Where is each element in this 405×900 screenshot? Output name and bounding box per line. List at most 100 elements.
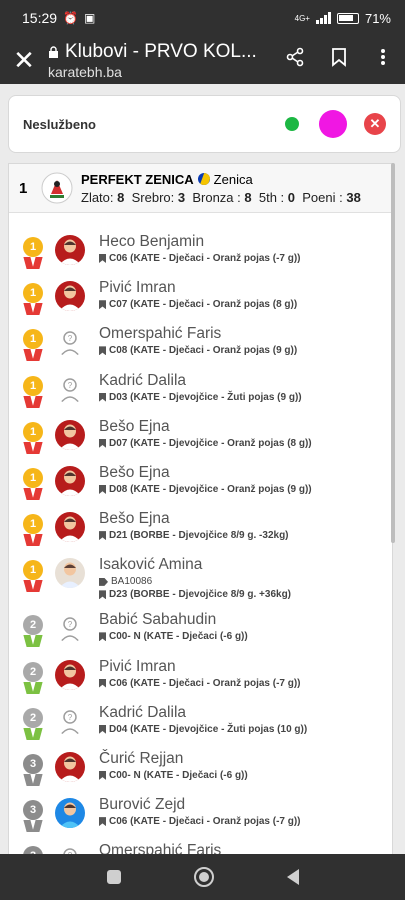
athlete-name[interactable]: Pivić Imran [99, 658, 301, 676]
battery-icon [336, 12, 359, 24]
athlete-avatar [55, 751, 85, 782]
svg-text:?: ? [68, 620, 73, 629]
bookmark-icon [99, 254, 106, 263]
category: C06 (KATE - Dječaci - Oranž pojas (-7 g)… [109, 677, 301, 689]
medal-number: 2 [23, 615, 43, 636]
athlete-avatar [55, 281, 85, 312]
athlete-name[interactable]: Omerspahić Faris [99, 325, 297, 343]
gold-medal-icon: 1 [21, 375, 45, 408]
stat-label: 5th : [258, 189, 285, 205]
stat-points: 38 [346, 189, 361, 205]
category: C08 (KATE - Dječaci - Oranž pojas (9 g)) [109, 345, 298, 357]
page-title: Klubovi - PRVO KOL... [65, 40, 257, 62]
bookmark-icon [99, 590, 106, 600]
scrollbar[interactable] [391, 163, 395, 543]
medal-number: 1 [23, 514, 43, 535]
result-row[interactable]: 1? Kadrić Dalila D03 (KATE - Djevojčice - … [9, 370, 392, 416]
result-row[interactable]: 1 Bešo Ejna D21 (BORBE - Djevojčice 8/9 g.… [9, 508, 392, 554]
athlete-avatar [55, 512, 85, 543]
nfc-icon: ▣ [84, 11, 96, 25]
back-icon[interactable] [286, 869, 299, 885]
clock: 15:29 [22, 10, 58, 26]
athlete-name[interactable]: Pivić Imran [99, 279, 297, 297]
network-type: 4G+ [294, 13, 310, 23]
magenta-dot[interactable] [319, 110, 347, 138]
green-dot[interactable] [285, 117, 299, 131]
category: D07 (KATE - Djevojčice - Oranž pojas (8 … [109, 437, 312, 449]
gold-medal-icon: 1 [21, 560, 45, 593]
bookmark-icon [99, 392, 106, 402]
bookmark-icon[interactable] [317, 47, 361, 73]
club-logo [41, 172, 73, 204]
stat-gold: 8 [117, 189, 125, 205]
status-bar: 15:29 ⏰ ▣ 4G+ 71% [0, 0, 405, 36]
athlete-name[interactable]: Heco Benjamin [99, 233, 301, 251]
result-row[interactable]: 3 Burović Zejd C06 (KATE - Dječaci - Oranž… [9, 794, 392, 840]
athlete-avatar: ? [55, 373, 85, 404]
home-icon[interactable] [193, 867, 214, 887]
close-icon[interactable]: ✕ [0, 45, 48, 76]
athlete-name[interactable]: Kadrić Dalila [99, 704, 307, 722]
athlete-avatar [55, 419, 85, 450]
bookmark-icon [99, 300, 106, 310]
result-row[interactable]: 1 Isaković Amina BA10086 D23 (BORBE - Djevo… [9, 554, 392, 609]
result-row[interactable]: 1 Bešo Ejna D07 (KATE - Djevojčice - Oranž… [9, 416, 392, 462]
club-stats: Zlato: 8 Srebro: 3 Bronza : 8 5th : 0 Po… [81, 190, 361, 205]
athlete-name[interactable]: Kadrić Dalila [99, 372, 302, 390]
more-menu-icon[interactable] [361, 47, 405, 73]
medal-number: 3 [23, 753, 43, 774]
result-row[interactable]: 3 Čurić Rejjan C00- N (KATE - Dječaci (-6 … [9, 748, 392, 794]
bookmark-icon [99, 531, 106, 541]
share-icon[interactable] [273, 47, 317, 73]
result-row[interactable]: 2? Kadrić Dalila D04 (KATE - Djevojčice - … [9, 702, 392, 748]
category: C06 (KATE - Dječaci - Oranž pojas (-7 g)… [109, 253, 301, 264]
athlete-avatar [55, 558, 85, 589]
stat-label: Poeni : [302, 189, 343, 205]
athlete-name[interactable]: Bešo Ejna [99, 510, 289, 528]
alarm-icon: ⏰ [63, 11, 78, 25]
result-row[interactable]: 1 Bešo Ejna D08 (KATE - Djevojčice - Oranž… [9, 462, 392, 508]
bookmark-icon [99, 770, 106, 780]
medal-number: 2 [23, 707, 43, 728]
club-header[interactable]: 1 PERFEKT ZENICA Zenica Zlato: 8 Srebro:… [9, 164, 392, 213]
close-circle-icon[interactable]: ✕ [364, 113, 386, 135]
lock-icon [49, 45, 58, 58]
result-row[interactable]: 1? Omerspahić Faris C08 (KATE - Dječaci - … [9, 323, 392, 369]
athlete-name[interactable]: Bešo Ejna [99, 464, 312, 482]
result-row[interactable]: 1 Pivić Imran C07 (KATE - Dječaci - Oranž … [9, 277, 392, 323]
athlete-name[interactable]: Bešo Ejna [99, 418, 312, 436]
category: C07 (KATE - Dječaci - Oranž pojas (8 g)) [109, 299, 298, 311]
bronze-medal-icon: 3 [21, 753, 45, 786]
address-block[interactable]: Klubovi - PRVO KOL... karatebh.ba [48, 41, 273, 80]
stat-silver: 3 [177, 189, 186, 205]
signal-icon [315, 12, 331, 24]
flag-icon [197, 173, 210, 185]
recents-icon[interactable] [106, 870, 121, 884]
athlete-name[interactable]: Isaković Amina [99, 556, 291, 574]
legend-label: Neslužbeno [23, 116, 96, 132]
category: D21 (BORBE - Djevojčice 8/9 g. -32kg) [109, 530, 289, 542]
medal-number: 3 [23, 800, 43, 821]
athlete-name[interactable]: Čurić Rejjan [99, 750, 248, 768]
domain-text: karatebh.ba [48, 63, 122, 80]
medal-number: 2 [23, 661, 43, 682]
athlete-name[interactable]: Burović Zejd [99, 796, 301, 814]
bookmark-icon [99, 724, 106, 734]
category: C00- N (KATE - Dječaci (-6 g)) [109, 631, 248, 643]
gold-medal-icon: 1 [21, 514, 45, 547]
result-row[interactable]: 1 Heco Benjamin C06 (KATE - Dječaci - Oran… [9, 231, 392, 277]
stat-label: Zlato: [81, 189, 114, 205]
club-rank: 1 [19, 179, 28, 197]
silver-medal-icon: 2 [21, 707, 45, 740]
category: D04 (KATE - Djevojčice - Žuti pojas (10 … [109, 723, 308, 735]
result-row[interactable]: 2? Babić Sabahudin C00- N (KATE - Dječaci … [9, 609, 392, 655]
bookmark-icon [99, 484, 106, 494]
result-row[interactable]: 2 Pivić Imran C06 (KATE - Dječaci - Oranž … [9, 656, 392, 702]
svg-text:?: ? [68, 334, 73, 343]
medal-number: 1 [23, 467, 43, 488]
athlete-name[interactable]: Babić Sabahudin [99, 611, 248, 629]
athlete-avatar [55, 798, 85, 829]
svg-text:?: ? [68, 713, 73, 722]
gold-medal-icon: 1 [21, 467, 45, 500]
stat-fifth: 0 [287, 189, 296, 205]
